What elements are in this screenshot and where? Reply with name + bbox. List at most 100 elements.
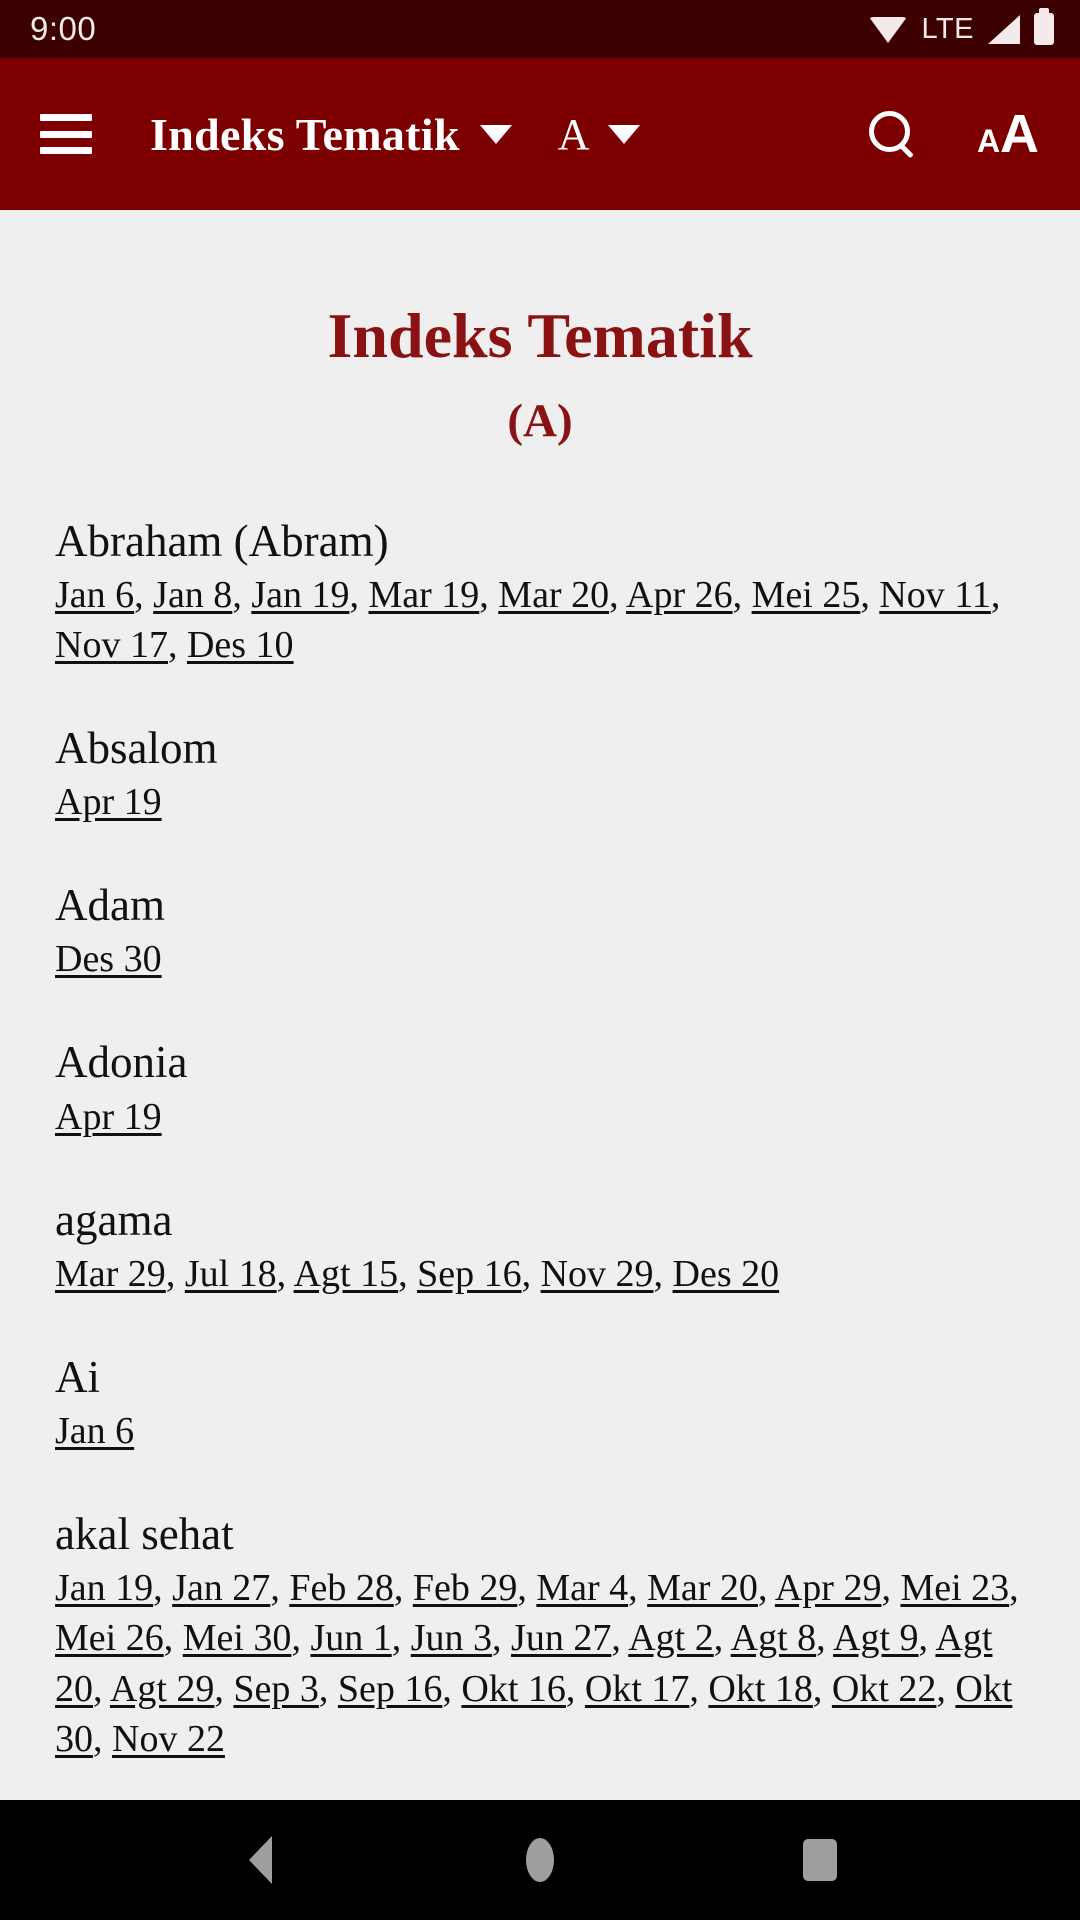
app-bar-title-dropdown[interactable]: Indeks Tematik — [150, 108, 512, 161]
date-reference-link[interactable]: Feb 29 — [413, 1567, 518, 1609]
reference-separator: , — [393, 1567, 413, 1610]
date-reference-link[interactable]: Sep 3 — [233, 1668, 319, 1710]
content-scroll-area[interactable]: Indeks Tematik (A) Abraham (Abram) Jan 6,… — [0, 210, 1080, 1800]
letter-filter-dropdown[interactable]: A — [558, 109, 640, 160]
text-size-icon: A A — [977, 107, 1039, 161]
battery-icon — [1034, 8, 1054, 45]
reference-separator: , — [990, 573, 1001, 616]
date-reference-link[interactable]: Jan 6 — [55, 1410, 134, 1452]
date-reference-link[interactable]: Jun 1 — [310, 1617, 391, 1659]
index-entry-term: akal sehat — [55, 1509, 234, 1560]
date-reference-link[interactable]: Mei 23 — [900, 1567, 1009, 1609]
index-entry: Absalom Apr 19 — [55, 722, 1046, 827]
status-bar-clock: 9:00 — [30, 10, 97, 47]
date-reference-link[interactable]: Jan 19 — [55, 1567, 153, 1609]
reference-separator: , — [291, 1617, 311, 1660]
date-reference-link[interactable]: Okt 18 — [708, 1668, 813, 1710]
date-reference-link[interactable]: Nov 17 — [55, 624, 168, 666]
index-entry-term: Ai — [55, 1351, 100, 1402]
date-reference-link[interactable]: Agt 2 — [628, 1617, 714, 1659]
date-reference-link[interactable]: Agt 9 — [833, 1617, 919, 1659]
date-reference-link[interactable]: Jan 6 — [55, 574, 134, 616]
reference-separator: , — [232, 573, 252, 616]
reference-separator: , — [398, 1252, 418, 1295]
reference-separator: , — [628, 1567, 648, 1610]
reference-separator: , — [93, 1717, 112, 1760]
date-reference-link[interactable]: Mei 26 — [55, 1617, 164, 1659]
reference-separator: , — [565, 1667, 585, 1710]
date-reference-link[interactable]: Jan 27 — [172, 1567, 270, 1609]
date-reference-link[interactable]: Apr 19 — [55, 1096, 162, 1138]
date-reference-link[interactable]: Des 30 — [55, 938, 162, 980]
date-reference-link[interactable]: Jun 3 — [411, 1617, 492, 1659]
date-reference-link[interactable]: Nov 29 — [541, 1253, 654, 1295]
reference-separator: , — [611, 1617, 629, 1660]
app-bar-title: Indeks Tematik — [150, 108, 460, 160]
index-entry: Abraham (Abram) Jan 6, Jan 8, Jan 19, Mar… — [55, 515, 1046, 670]
recents-square-icon — [803, 1839, 837, 1881]
nav-recents-button[interactable] — [760, 1800, 880, 1920]
index-entry-term: Adonia — [55, 1037, 188, 1088]
nav-home-button[interactable] — [480, 1800, 600, 1920]
date-reference-link[interactable]: Okt 17 — [585, 1668, 690, 1710]
date-reference-link[interactable]: Agt 8 — [731, 1617, 817, 1659]
date-reference-link[interactable]: Jun 27 — [511, 1617, 611, 1659]
status-bar-icons: LTE — [869, 8, 1054, 46]
date-reference-link[interactable]: Mar 20 — [498, 574, 609, 616]
index-entry: Ai Jan 6 — [55, 1351, 1046, 1456]
date-reference-link[interactable]: Jan 19 — [251, 574, 349, 616]
index-entry-references: Jan 6 — [55, 1406, 1046, 1456]
chevron-down-icon — [479, 124, 512, 144]
reference-separator: , — [689, 1667, 709, 1710]
search-button[interactable] — [856, 98, 928, 170]
date-reference-link[interactable]: Mar 29 — [55, 1253, 166, 1295]
hamburger-bar — [40, 147, 92, 154]
hamburger-bar — [40, 114, 92, 121]
wifi-icon — [869, 15, 908, 43]
date-reference-link[interactable]: Apr 29 — [775, 1567, 882, 1609]
date-reference-link[interactable]: Sep 16 — [417, 1253, 522, 1295]
date-reference-link[interactable]: Apr 26 — [626, 574, 733, 616]
reference-separator: , — [391, 1617, 411, 1660]
index-entry: agama Mar 29, Jul 18, Agt 15, Sep 16, Nov… — [55, 1194, 1046, 1299]
date-reference-link[interactable]: Mei 30 — [183, 1617, 292, 1659]
date-reference-link[interactable]: Nov 11 — [879, 574, 991, 616]
network-type-label: LTE — [921, 12, 974, 45]
date-reference-link[interactable]: Apr 19 — [55, 781, 162, 823]
search-icon — [867, 109, 917, 159]
date-reference-link[interactable]: Agt 29 — [110, 1668, 215, 1710]
date-reference-link[interactable]: Feb 28 — [289, 1567, 394, 1609]
date-reference-link[interactable]: Des 20 — [673, 1253, 780, 1295]
index-entry-references: Apr 19 — [55, 1092, 1046, 1142]
hamburger-menu-icon[interactable] — [40, 114, 92, 154]
index-entry-references: Mar 29, Jul 18, Agt 15, Sep 16, Nov 29, … — [55, 1249, 1046, 1299]
page-subtitle: (A) — [507, 395, 573, 448]
date-reference-link[interactable]: Mar 20 — [647, 1567, 758, 1609]
reference-separator: , — [918, 1617, 936, 1660]
reference-separator: , — [93, 1667, 110, 1710]
date-reference-link[interactable]: Sep 16 — [338, 1668, 443, 1710]
nav-back-button[interactable] — [200, 1800, 320, 1920]
reference-separator: , — [653, 1252, 673, 1295]
date-reference-link[interactable]: Des 10 — [187, 624, 294, 666]
reference-separator: , — [517, 1567, 537, 1610]
reference-separator: , — [713, 1617, 731, 1660]
letter-filter-value: A — [557, 109, 590, 159]
index-entry-term: Adam — [55, 880, 165, 931]
index-entry: Adonia Apr 19 — [55, 1036, 1046, 1141]
index-entry-term: Abraham (Abram) — [55, 515, 389, 566]
reference-separator: , — [349, 573, 369, 616]
date-reference-link[interactable]: Agt 15 — [294, 1253, 399, 1295]
date-reference-link[interactable]: Jan 8 — [153, 574, 232, 616]
date-reference-link[interactable]: Okt 22 — [832, 1668, 937, 1710]
date-reference-link[interactable]: Mar 19 — [368, 574, 479, 616]
date-reference-link[interactable]: Jul 18 — [185, 1253, 277, 1295]
reference-separator: , — [816, 1617, 834, 1660]
index-entry-references: Des 30 — [55, 934, 1046, 984]
date-reference-link[interactable]: Nov 22 — [112, 1718, 225, 1760]
reference-separator: , — [812, 1667, 832, 1710]
text-size-button[interactable]: A A — [972, 98, 1044, 170]
date-reference-link[interactable]: Okt 16 — [461, 1668, 566, 1710]
date-reference-link[interactable]: Mar 4 — [536, 1567, 628, 1609]
date-reference-link[interactable]: Mei 25 — [752, 574, 861, 616]
